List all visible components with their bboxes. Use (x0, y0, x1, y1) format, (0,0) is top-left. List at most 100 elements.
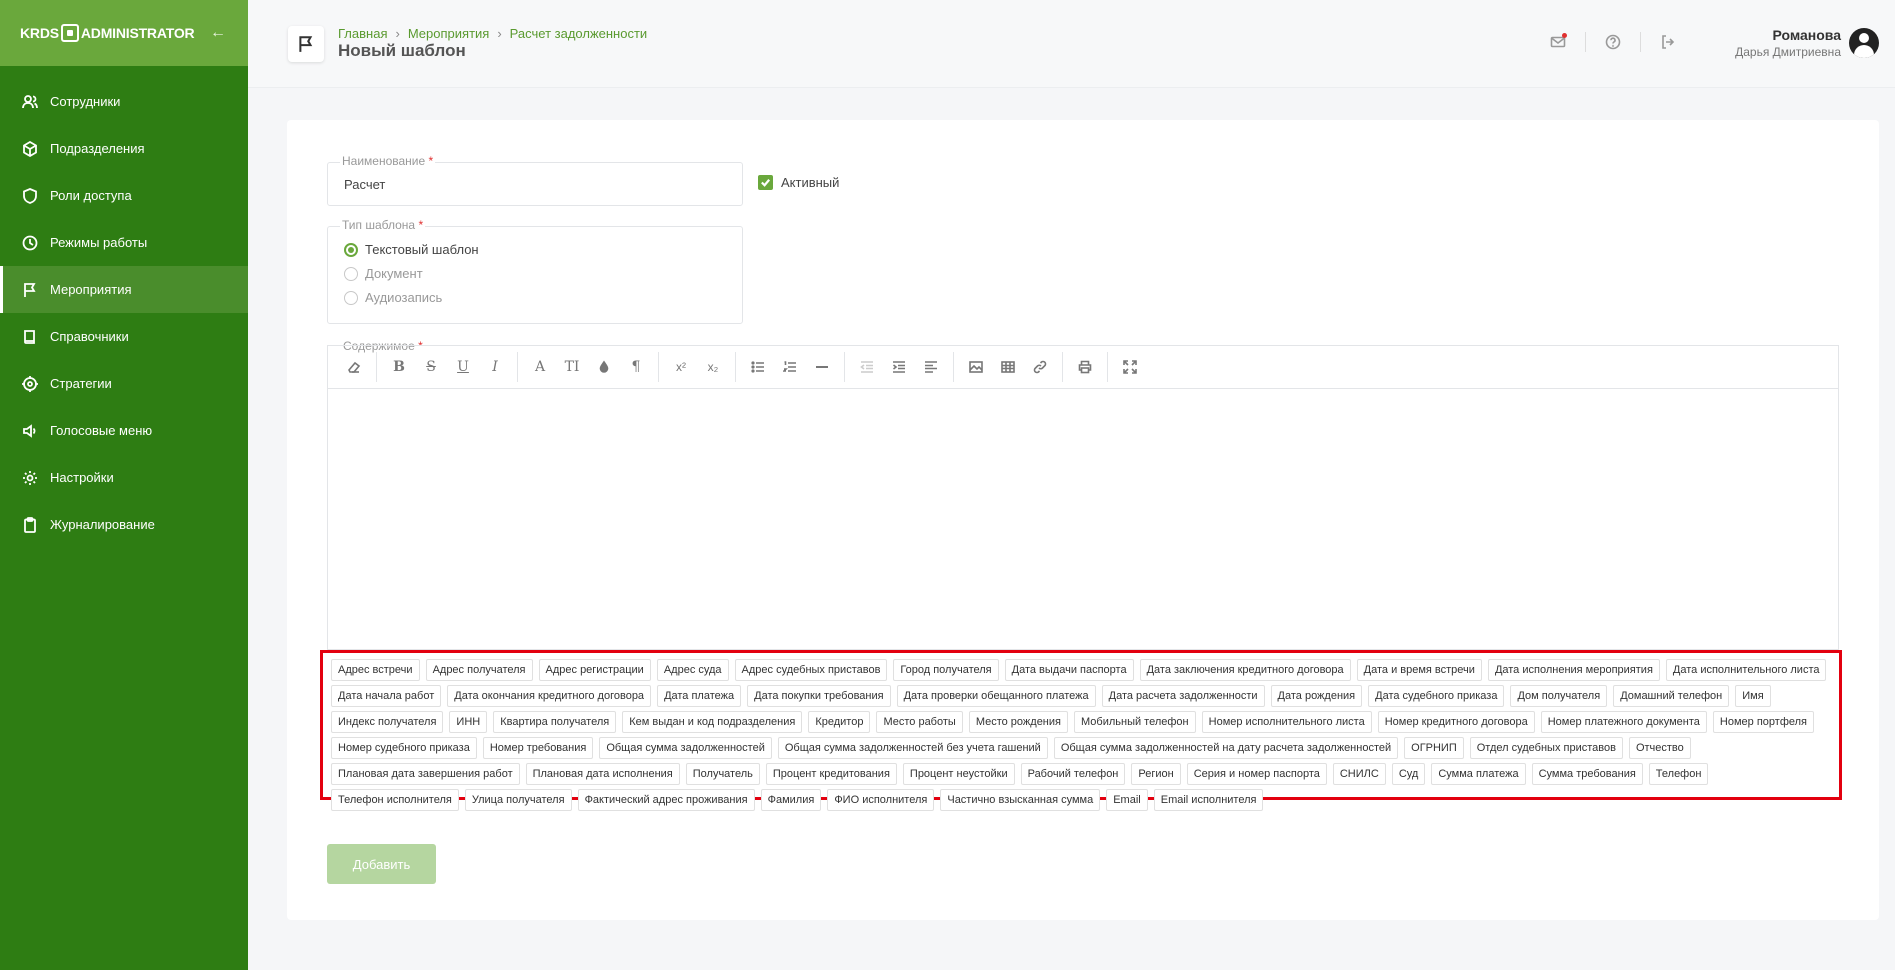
variable-chip[interactable]: Адрес регистрации (538, 659, 651, 681)
sidebar-item-references[interactable]: Справочники (0, 313, 248, 360)
variable-chip[interactable]: Индекс получателя (331, 711, 444, 733)
variable-chip[interactable]: Дата исполнения мероприятия (1487, 659, 1660, 681)
add-button[interactable]: Добавить (327, 844, 436, 884)
variable-chip[interactable]: Фактический адрес проживания (577, 789, 755, 811)
name-input[interactable]: Расчет (344, 177, 385, 192)
variable-chip[interactable]: Квартира получателя (493, 711, 617, 733)
sidebar-item-roles[interactable]: Роли доступа (0, 172, 248, 219)
radio-text-template[interactable]: Текстовый шаблон (344, 242, 479, 257)
font-icon[interactable]: A (524, 352, 556, 382)
align-left-icon[interactable] (915, 352, 947, 382)
arrow-left-icon[interactable]: ← (210, 24, 226, 42)
variable-chip[interactable]: ОГРНИП (1404, 737, 1464, 759)
variable-chip[interactable]: Адрес получателя (425, 659, 533, 681)
breadcrumb-debt-calculation[interactable]: Расчет задолженности (510, 26, 648, 41)
variable-chip[interactable]: Фамилия (760, 789, 822, 811)
variable-chip[interactable]: Домашний телефон (1613, 685, 1730, 707)
variable-chip[interactable]: Общая сумма задолженностей на дату расче… (1053, 737, 1399, 759)
sidebar-item-departments[interactable]: Подразделения (0, 125, 248, 172)
mail-icon[interactable] (1549, 33, 1567, 51)
variable-chip[interactable]: Место работы (876, 711, 963, 733)
variable-chip[interactable]: ФИО исполнителя (827, 789, 935, 811)
variable-chip[interactable]: Номер платежного документа (1540, 711, 1707, 733)
variable-chip[interactable]: Дом получателя (1510, 685, 1608, 707)
sidebar-item-strategies[interactable]: Стратегии (0, 360, 248, 407)
variable-chip[interactable]: Адрес судебных приставов (734, 659, 888, 681)
variable-chip[interactable]: Город получателя (893, 659, 999, 681)
variable-chip[interactable]: СНИЛС (1332, 763, 1386, 785)
variable-chip[interactable]: Сумма платежа (1431, 763, 1526, 785)
variable-chip[interactable]: Сумма требования (1531, 763, 1643, 785)
variable-chip[interactable]: Общая сумма задолженностей (599, 737, 772, 759)
sidebar-item-events[interactable]: Мероприятия (0, 266, 248, 313)
horizontal-rule-icon[interactable] (806, 352, 838, 382)
radio-checked-icon[interactable] (344, 242, 358, 257)
variable-chip[interactable]: Email (1106, 789, 1148, 811)
variable-chip[interactable]: Email исполнителя (1153, 789, 1264, 811)
variable-chip[interactable]: Дата и время встречи (1356, 659, 1482, 681)
avatar[interactable] (1849, 28, 1879, 58)
variable-chip[interactable]: Общая сумма задолженностей без учета гаш… (777, 737, 1048, 759)
variable-chip[interactable]: Дата заключения кредитного договора (1139, 659, 1351, 681)
sidebar-item-settings[interactable]: Настройки (0, 454, 248, 501)
variable-chip[interactable]: Адрес суда (656, 659, 729, 681)
print-icon[interactable] (1069, 352, 1101, 382)
radio-icon[interactable] (344, 266, 358, 281)
underline-icon[interactable]: U (447, 352, 479, 382)
variable-chip[interactable]: Дата окончания кредитного договора (447, 685, 652, 707)
numbered-list-icon[interactable] (774, 352, 806, 382)
strikethrough-icon[interactable]: S (415, 352, 447, 382)
variable-chip[interactable]: Суд (1391, 763, 1426, 785)
variable-chip[interactable]: Дата исполнительного листа (1665, 659, 1827, 681)
user-info[interactable]: Романова Дарья Дмитриевна (1735, 27, 1841, 59)
variable-chip[interactable]: Номер судебного приказа (331, 737, 477, 759)
variable-chip[interactable]: Процент неустойки (902, 763, 1015, 785)
sidebar-item-voice-menus[interactable]: Голосовые меню (0, 407, 248, 454)
variable-chip[interactable]: Улица получателя (464, 789, 572, 811)
link-icon[interactable] (1024, 352, 1056, 382)
variable-chip[interactable]: Дата рождения (1270, 685, 1363, 707)
variable-chip[interactable]: Номер портфеля (1712, 711, 1815, 733)
sidebar-item-logging[interactable]: Журналирование (0, 501, 248, 548)
variable-chip[interactable]: Дата проверки обещанного платежа (896, 685, 1096, 707)
bullet-list-icon[interactable] (742, 352, 774, 382)
variable-chip[interactable]: ИНН (449, 711, 488, 733)
variable-chip[interactable]: Номер исполнительного листа (1201, 711, 1372, 733)
variable-chip[interactable]: Плановая дата исполнения (525, 763, 680, 785)
variable-chip[interactable]: Рабочий телефон (1020, 763, 1126, 785)
fullscreen-icon[interactable] (1114, 352, 1146, 382)
font-size-icon[interactable]: TI (556, 352, 588, 382)
help-icon[interactable] (1604, 33, 1622, 51)
outdent-icon[interactable] (851, 352, 883, 382)
color-drop-icon[interactable] (588, 352, 620, 382)
variable-chip[interactable]: Дата начала работ (331, 685, 442, 707)
superscript-icon[interactable]: x² (665, 352, 697, 382)
variable-chip[interactable]: Дата покупки требования (747, 685, 891, 707)
table-icon[interactable] (992, 352, 1024, 382)
logout-icon[interactable] (1659, 33, 1677, 51)
variable-chip[interactable]: Отдел судебных приставов (1469, 737, 1623, 759)
subscript-icon[interactable]: x₂ (697, 352, 729, 382)
variable-chip[interactable]: Кем выдан и код подразделения (622, 711, 803, 733)
active-checkbox[interactable]: Активный (758, 175, 839, 190)
variable-chip[interactable]: Серия и номер паспорта (1186, 763, 1327, 785)
bold-icon[interactable]: B (383, 352, 415, 382)
radio-document[interactable]: Документ (344, 266, 423, 281)
editor-content-area[interactable] (328, 389, 1838, 649)
image-icon[interactable] (960, 352, 992, 382)
variable-chip[interactable]: Номер кредитного договора (1377, 711, 1535, 733)
variable-chip[interactable]: Дата платежа (657, 685, 742, 707)
variable-chip[interactable]: Телефон исполнителя (331, 789, 459, 811)
variable-chip[interactable]: Дата судебного приказа (1368, 685, 1505, 707)
variable-chip[interactable]: Мобильный телефон (1074, 711, 1196, 733)
variable-chip[interactable]: Процент кредитования (765, 763, 897, 785)
indent-icon[interactable] (883, 352, 915, 382)
eraser-icon[interactable] (338, 352, 370, 382)
variable-chip[interactable]: Место рождения (968, 711, 1068, 733)
checkbox-checked-icon[interactable] (758, 175, 773, 190)
variable-chip[interactable]: Дата расчета задолженности (1101, 685, 1265, 707)
name-field[interactable]: Наименование * Расчет (327, 154, 743, 206)
variable-chip[interactable]: Телефон (1648, 763, 1709, 785)
variable-chip[interactable]: Отчество (1628, 737, 1691, 759)
variable-chip[interactable]: Кредитор (808, 711, 871, 733)
